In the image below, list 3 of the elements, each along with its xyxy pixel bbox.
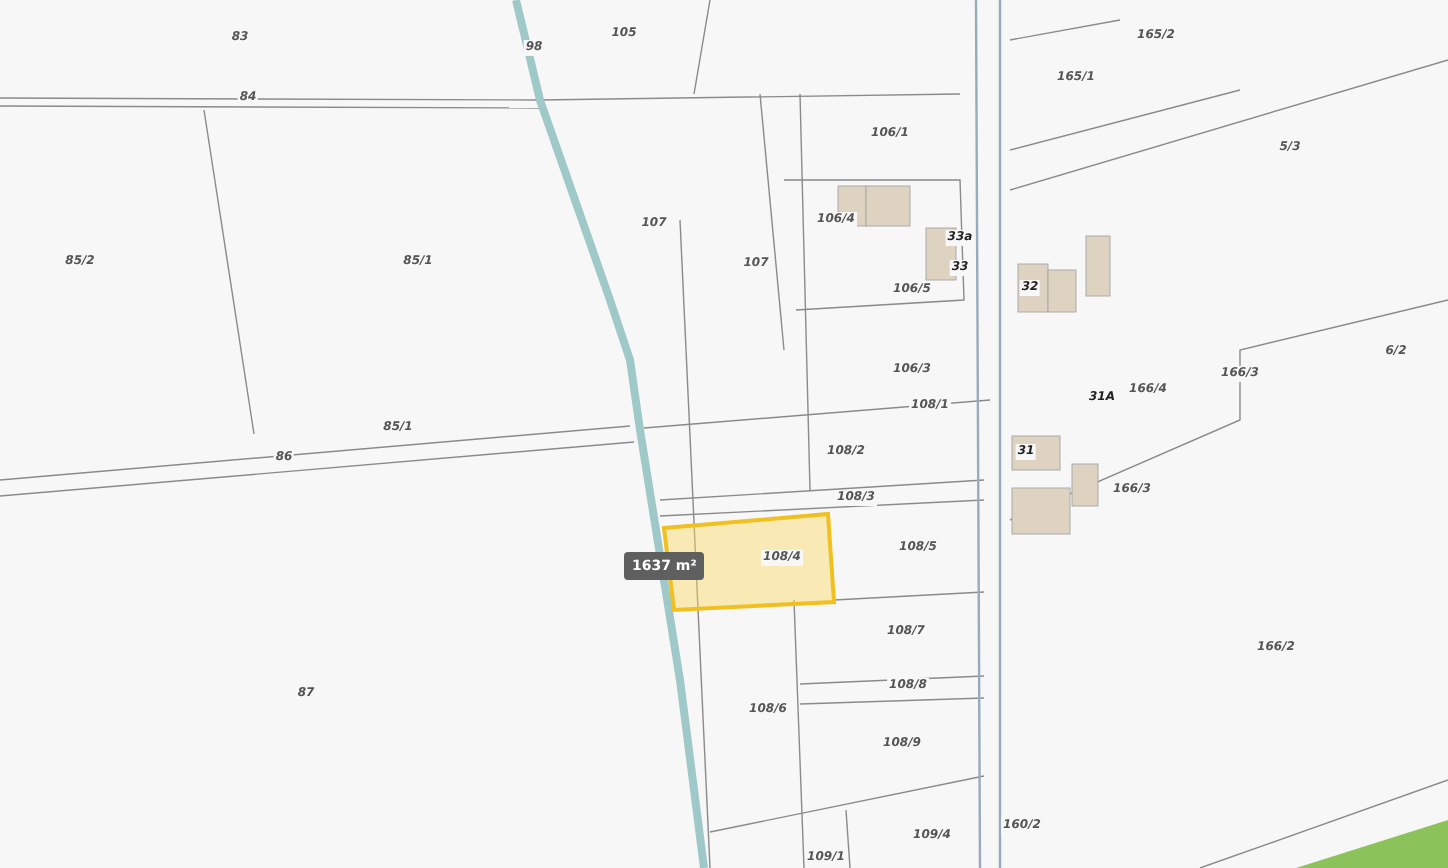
parcel-boundary bbox=[1009, 19, 1121, 41]
building bbox=[1085, 235, 1111, 297]
building bbox=[1047, 269, 1077, 313]
